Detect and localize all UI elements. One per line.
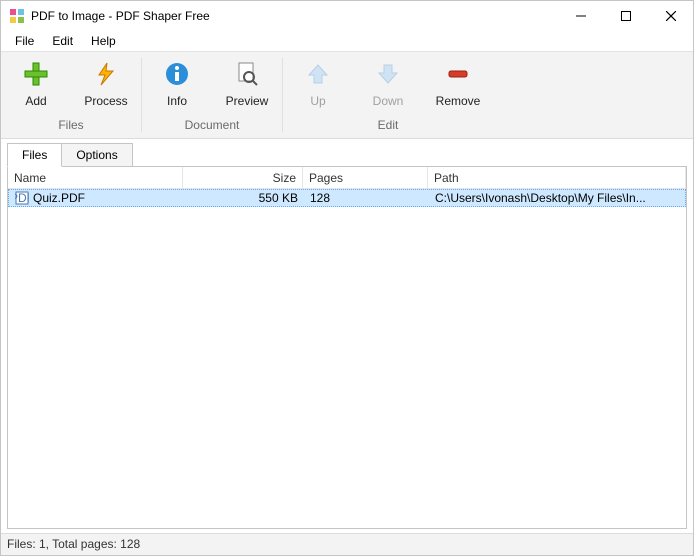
column-headers: Name Size Pages Path: [8, 167, 686, 189]
column-path[interactable]: Path: [428, 167, 686, 188]
row-size: 550 KB: [184, 191, 304, 205]
add-button[interactable]: Add: [1, 52, 71, 114]
arrow-up-icon: [304, 60, 332, 88]
app-icon: [9, 8, 25, 24]
group-document-label: Document: [142, 114, 282, 138]
row-name: Quiz.PDF: [33, 191, 85, 205]
remove-label: Remove: [436, 94, 481, 108]
group-files-label: Files: [1, 114, 141, 138]
file-list[interactable]: Name Size Pages Path PDF Quiz.PDF 550 KB…: [7, 166, 687, 529]
rows-container: PDF Quiz.PDF 550 KB 128 C:\Users\Ivonash…: [8, 189, 686, 528]
preview-button[interactable]: Preview: [212, 52, 282, 114]
tab-options[interactable]: Options: [61, 143, 132, 166]
toolbar: Add Process Files: [1, 51, 693, 139]
status-bar: Files: 1, Total pages: 128: [1, 533, 693, 555]
menu-help[interactable]: Help: [83, 32, 124, 50]
plus-icon: [22, 60, 50, 88]
column-name[interactable]: Name: [8, 167, 183, 188]
app-window: PDF to Image - PDF Shaper Free File Edit…: [0, 0, 694, 556]
process-label: Process: [84, 94, 127, 108]
group-edit-label: Edit: [283, 114, 493, 138]
info-label: Info: [167, 94, 187, 108]
down-label: Down: [373, 94, 404, 108]
info-button[interactable]: Info: [142, 52, 212, 114]
preview-icon: [233, 60, 261, 88]
column-size[interactable]: Size: [183, 167, 303, 188]
svg-text:PDF: PDF: [15, 191, 29, 205]
maximize-button[interactable]: [603, 2, 648, 31]
remove-button[interactable]: Remove: [423, 52, 493, 114]
tabs: Files Options: [1, 143, 693, 166]
up-label: Up: [310, 94, 325, 108]
process-button[interactable]: Process: [71, 52, 141, 114]
table-row[interactable]: PDF Quiz.PDF 550 KB 128 C:\Users\Ivonash…: [8, 189, 686, 207]
row-pages: 128: [304, 191, 429, 205]
close-button[interactable]: [648, 2, 693, 31]
preview-label: Preview: [226, 94, 269, 108]
info-icon: [163, 60, 191, 88]
row-path: C:\Users\Ivonash\Desktop\My Files\In...: [429, 191, 685, 205]
menu-edit[interactable]: Edit: [44, 32, 81, 50]
menu-file[interactable]: File: [7, 32, 42, 50]
menu-bar: File Edit Help: [1, 31, 693, 51]
down-button[interactable]: Down: [353, 52, 423, 114]
column-pages[interactable]: Pages: [303, 167, 428, 188]
minimize-button[interactable]: [558, 2, 603, 31]
up-button[interactable]: Up: [283, 52, 353, 114]
tab-files[interactable]: Files: [7, 143, 62, 167]
minus-icon: [444, 60, 472, 88]
window-title: PDF to Image - PDF Shaper Free: [31, 9, 558, 23]
arrow-down-icon: [374, 60, 402, 88]
title-bar: PDF to Image - PDF Shaper Free: [1, 1, 693, 31]
lightning-icon: [92, 60, 120, 88]
add-label: Add: [25, 94, 46, 108]
pdf-file-icon: PDF: [15, 191, 29, 205]
